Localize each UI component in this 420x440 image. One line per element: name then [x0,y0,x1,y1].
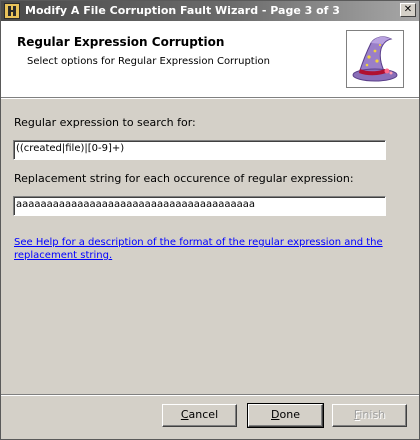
regex-label: Regular expression to search for: [14,116,196,129]
app-icon [4,3,20,19]
regex-input[interactable]: ((created|file)|[0-9]+) [13,140,386,160]
cancel-mnemonic: C [180,408,189,421]
cancel-button[interactable]: Cancel [162,404,237,427]
window-title: Modify A File Corruption Fault Wizard - … [25,4,340,17]
replacement-label: Replacement string for each occurence of… [14,172,354,185]
wizard-header: Regular Expression Corruption Select opt… [1,21,419,98]
done-label: one [279,408,300,421]
done-button[interactable]: Done [247,403,324,428]
close-button[interactable]: ✕ [400,3,416,17]
page-subtitle: Select options for Regular Expression Co… [27,56,270,67]
footer-divider [1,394,419,396]
cancel-label: ancel [188,408,219,421]
help-link[interactable]: See Help for a description of the format… [14,236,406,262]
page-title: Regular Expression Corruption [17,35,225,49]
wizard-hat-graphic [352,36,398,82]
wizard-hat-icon [346,30,404,88]
done-mnemonic: D [271,408,280,421]
header-divider [1,98,419,99]
title-bar[interactable]: Modify A File Corruption Fault Wizard - … [1,1,419,21]
finish-button: Finish [332,404,407,427]
wizard-window: Modify A File Corruption Fault Wizard - … [0,0,420,440]
finish-label: inish [359,408,386,421]
replacement-input[interactable]: aaaaaaaaaaaaaaaaaaaaaaaaaaaaaaaaaaaaaaa [13,196,386,216]
